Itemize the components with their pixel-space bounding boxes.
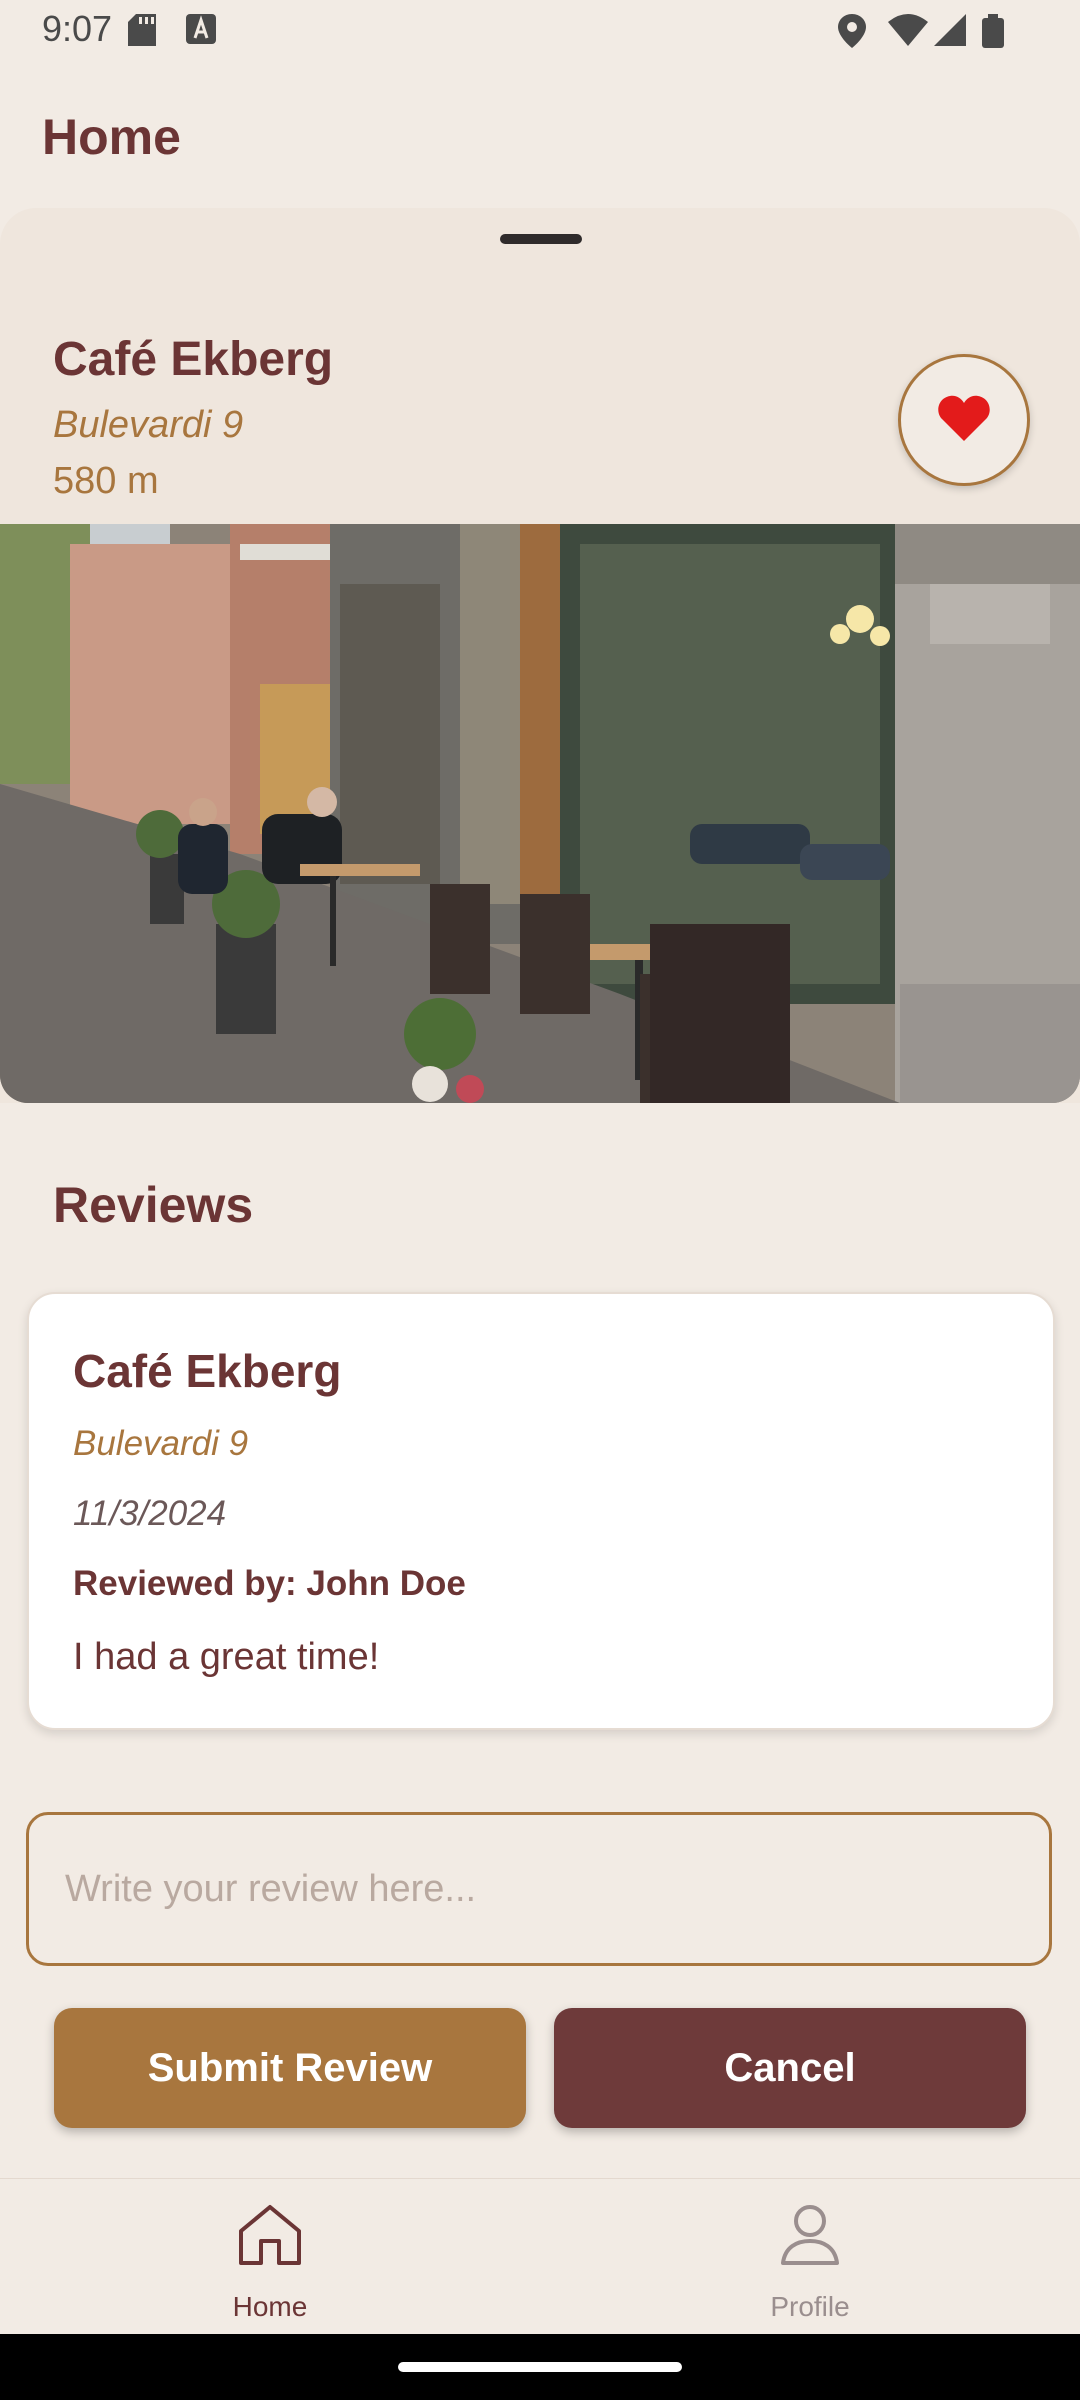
person-icon xyxy=(775,2201,845,2272)
submit-review-button[interactable]: Submit Review xyxy=(54,2008,526,2128)
status-time: 9:07 xyxy=(42,8,113,49)
heart-icon xyxy=(938,395,990,446)
favorite-button[interactable] xyxy=(898,354,1030,486)
cafe-detail-sheet: Café Ekberg Bulevardi 9 580 m xyxy=(0,208,1080,1103)
page-title: Home xyxy=(42,109,181,165)
reviews-title: Reviews xyxy=(53,1177,254,1233)
review-cafe-name: Café Ekberg xyxy=(73,1345,342,1397)
nav-label-home: Home xyxy=(232,2291,308,2322)
battery-icon xyxy=(982,14,1004,53)
cafe-photo xyxy=(0,524,1080,1103)
sd-card-icon xyxy=(128,14,156,51)
home-icon xyxy=(235,2201,305,2272)
cafe-address: Bulevardi 9 xyxy=(53,404,244,446)
home-gesture-handle[interactable] xyxy=(398,2362,682,2372)
location-icon xyxy=(838,14,866,53)
cafe-name: Café Ekberg xyxy=(53,333,334,386)
bottom-navigation: Home Profile xyxy=(0,2178,1080,2335)
review-card: Café Ekberg Bulevardi 9 11/3/2024 Review… xyxy=(27,1292,1055,1730)
nav-label-profile: Profile xyxy=(770,2291,850,2322)
review-cafe-address: Bulevardi 9 xyxy=(73,1424,249,1463)
cancel-button[interactable]: Cancel xyxy=(554,2008,1026,2128)
review-author: Reviewed by: John Doe xyxy=(73,1564,466,1603)
status-bar: 9:07 xyxy=(0,0,1080,64)
review-date: 11/3/2024 xyxy=(73,1494,227,1533)
gesture-bar xyxy=(0,2334,1080,2400)
review-input[interactable] xyxy=(26,1812,1052,1966)
cafe-distance: 580 m xyxy=(53,460,159,502)
signal-icon xyxy=(934,14,966,51)
review-text: I had a great time! xyxy=(73,1636,380,1678)
wifi-icon xyxy=(888,14,928,51)
nav-item-profile[interactable]: Profile xyxy=(660,2179,960,2335)
drag-handle[interactable] xyxy=(500,234,582,244)
nav-item-home[interactable]: Home xyxy=(120,2179,420,2335)
text-a-icon xyxy=(186,14,216,49)
